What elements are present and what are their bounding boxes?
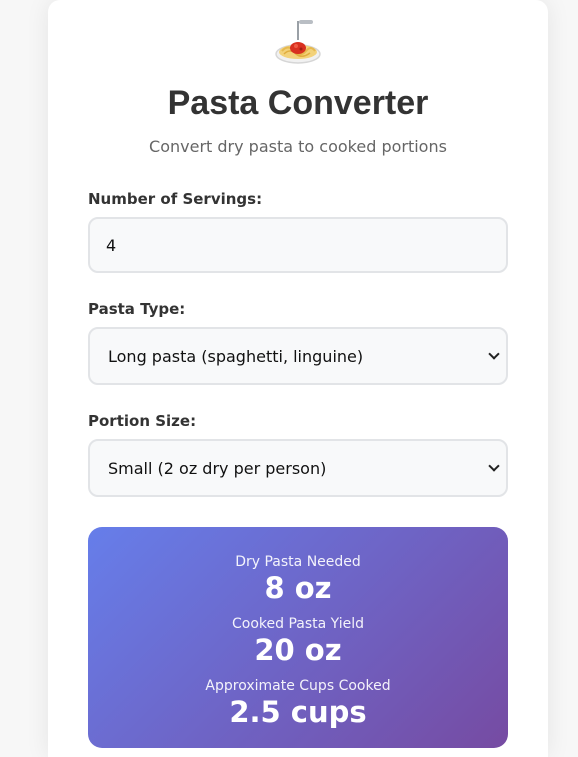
cooked-yield-value: 20 oz [254,633,342,667]
servings-label: Number of Servings: [88,190,263,208]
chevron-down-icon [488,348,500,360]
spaghetti-icon [268,18,328,68]
servings-input[interactable]: 4 [88,217,508,273]
pasta-type-selected: Long pasta (spaghetti, linguine) [108,346,364,366]
cooked-yield-label: Cooked Pasta Yield [231,616,364,632]
converter-card: Pasta Converter Convert dry pasta to coo… [48,0,548,757]
dry-pasta-value: 8 oz [264,571,332,605]
results-panel: Dry Pasta Needed 8 oz Cooked Pasta Yield… [88,527,508,748]
portion-size-selected: Small (2 oz dry per person) [108,458,327,478]
pasta-type-select[interactable]: Long pasta (spaghetti, linguine) [88,327,508,385]
chevron-down-icon [488,460,500,472]
servings-value: 4 [106,235,117,255]
pasta-type-label: Pasta Type: [88,300,186,318]
portion-size-label: Portion Size: [88,412,197,430]
page-title: Pasta Converter [167,84,429,122]
portion-size-select[interactable]: Small (2 oz dry per person) [88,439,508,497]
dry-pasta-label: Dry Pasta Needed [235,554,361,570]
page-subtitle: Convert dry pasta to cooked portions [149,137,447,156]
cups-cooked-value: 2.5 cups [229,695,367,729]
cups-cooked-label: Approximate Cups Cooked [205,678,391,694]
